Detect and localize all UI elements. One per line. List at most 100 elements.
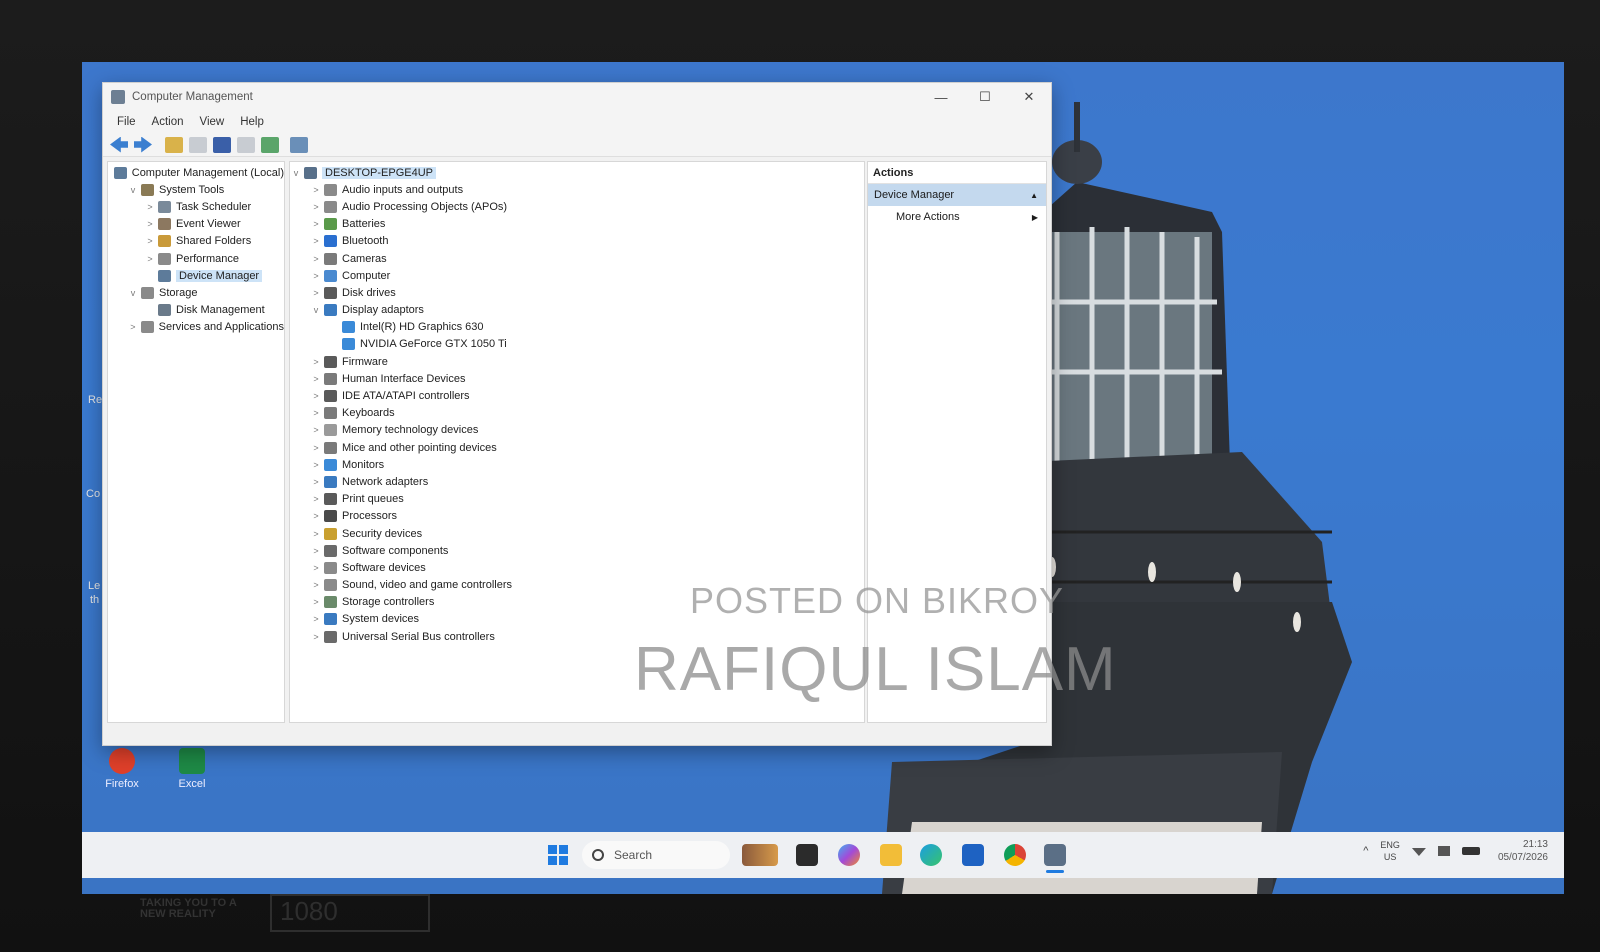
expand-arrow-icon[interactable]: >: [310, 374, 322, 384]
up-folder-icon[interactable]: [165, 136, 183, 153]
device-category[interactable]: > Bluetooth: [290, 233, 864, 250]
device-category[interactable]: > Mice and other pointing devices: [290, 439, 864, 456]
device-category[interactable]: > Memory technology devices: [290, 422, 864, 439]
device-category[interactable]: > Processors: [290, 508, 864, 525]
menu-file[interactable]: File: [109, 116, 144, 128]
device-category[interactable]: > Audio inputs and outputs: [290, 181, 864, 198]
copilot-icon[interactable]: [838, 844, 860, 866]
expand-arrow-icon[interactable]: >: [127, 322, 139, 332]
start-button[interactable]: [548, 845, 568, 865]
device-category[interactable]: > Human Interface Devices: [290, 370, 864, 387]
expand-arrow-icon[interactable]: >: [310, 477, 322, 487]
device-category[interactable]: > Disk drives: [290, 284, 864, 301]
desktop-icon-fragment[interactable]: Re: [88, 394, 102, 406]
expand-arrow-icon[interactable]: >: [310, 288, 322, 298]
chrome-icon[interactable]: [1004, 844, 1026, 866]
device-item[interactable]: Intel(R) HD Graphics 630: [290, 319, 864, 336]
expand-arrow-icon[interactable]: >: [310, 580, 322, 590]
device-category[interactable]: > Security devices: [290, 525, 864, 542]
device-category[interactable]: > Software devices: [290, 559, 864, 576]
store-icon[interactable]: [962, 844, 984, 866]
menu-help[interactable]: Help: [232, 116, 272, 128]
device-category[interactable]: > Batteries: [290, 216, 864, 233]
close-button[interactable]: ✕: [1007, 83, 1051, 111]
device-category[interactable]: > Cameras: [290, 250, 864, 267]
console-tree-item[interactable]: v Storage: [108, 284, 284, 301]
forward-arrow-icon[interactable]: [134, 136, 152, 153]
console-tree-item[interactable]: > Services and Applications: [108, 319, 284, 336]
desktop-icon-excel[interactable]: Excel: [162, 748, 222, 790]
refresh-icon[interactable]: [261, 136, 279, 153]
expand-arrow-icon[interactable]: >: [144, 219, 156, 229]
expand-arrow-icon[interactable]: >: [310, 236, 322, 246]
device-category[interactable]: > IDE ATA/ATAPI controllers: [290, 387, 864, 404]
expand-arrow-icon[interactable]: >: [310, 408, 322, 418]
language-indicator[interactable]: ENG US: [1380, 839, 1400, 863]
help-icon[interactable]: [213, 136, 231, 153]
expand-arrow-icon[interactable]: >: [310, 219, 322, 229]
expand-arrow-icon[interactable]: >: [310, 546, 322, 556]
device-category[interactable]: > Software components: [290, 542, 864, 559]
console-tree-item[interactable]: > Shared Folders: [108, 233, 284, 250]
device-category[interactable]: > Monitors: [290, 456, 864, 473]
maximize-button[interactable]: ☐: [963, 83, 1007, 111]
desktop-icon-firefox[interactable]: Firefox: [92, 748, 152, 790]
widgets-icon[interactable]: [742, 844, 778, 866]
expand-arrow-icon[interactable]: >: [144, 254, 156, 264]
console-tree-item[interactable]: Computer Management (Local): [108, 164, 284, 181]
expand-arrow-icon[interactable]: >: [144, 202, 156, 212]
expand-arrow-icon[interactable]: >: [310, 529, 322, 539]
expand-arrow-icon[interactable]: >: [310, 391, 322, 401]
computer-management-taskbar-icon[interactable]: [1044, 844, 1066, 866]
console-tree-item[interactable]: Disk Management: [108, 302, 284, 319]
console-tree-item[interactable]: v System Tools: [108, 181, 284, 198]
title-bar[interactable]: Computer Management — ☐ ✕: [103, 83, 1051, 111]
properties-icon[interactable]: [237, 136, 255, 153]
expand-arrow-icon[interactable]: >: [310, 185, 322, 195]
device-category[interactable]: > Network adapters: [290, 473, 864, 490]
actions-device-manager[interactable]: Device Manager ▲: [868, 184, 1046, 206]
menu-action[interactable]: Action: [144, 116, 192, 128]
collapse-arrow-icon[interactable]: v: [127, 185, 139, 195]
show-hide-console-tree-icon[interactable]: [189, 136, 207, 153]
device-category[interactable]: > Computer: [290, 267, 864, 284]
expand-arrow-icon[interactable]: >: [310, 511, 322, 521]
collapse-arrow-icon[interactable]: v: [290, 168, 302, 178]
show-hidden-icons-icon[interactable]: ^: [1363, 845, 1368, 857]
expand-arrow-icon[interactable]: >: [144, 236, 156, 246]
console-tree-item[interactable]: > Event Viewer: [108, 216, 284, 233]
expand-arrow-icon[interactable]: >: [310, 563, 322, 573]
menu-view[interactable]: View: [192, 116, 233, 128]
collapse-up-icon[interactable]: ▲: [1030, 191, 1038, 200]
scan-hardware-icon[interactable]: [290, 136, 308, 153]
expand-arrow-icon[interactable]: >: [310, 632, 322, 642]
taskbar-search[interactable]: Search: [582, 841, 730, 869]
expand-arrow-icon[interactable]: >: [310, 460, 322, 470]
desktop-icon-fragment[interactable]: Le: [88, 580, 100, 592]
file-explorer-icon[interactable]: [880, 844, 902, 866]
device-category[interactable]: > Keyboards: [290, 405, 864, 422]
expand-arrow-icon[interactable]: >: [310, 494, 322, 504]
desktop-icon-fragment[interactable]: Co: [86, 488, 100, 500]
expand-arrow-icon[interactable]: >: [310, 271, 322, 281]
expand-arrow-icon[interactable]: >: [310, 443, 322, 453]
more-actions[interactable]: More Actions ▶: [868, 206, 1046, 228]
expand-arrow-icon[interactable]: >: [310, 357, 322, 367]
expand-arrow-icon[interactable]: >: [310, 254, 322, 264]
device-category[interactable]: > Print queues: [290, 491, 864, 508]
expand-arrow-icon[interactable]: >: [310, 597, 322, 607]
clock[interactable]: 21:13 05/07/2026: [1498, 838, 1548, 864]
task-view-icon[interactable]: [796, 844, 818, 866]
device-category[interactable]: v Display adaptors: [290, 302, 864, 319]
collapse-arrow-icon[interactable]: v: [310, 305, 322, 315]
wifi-icon[interactable]: [1411, 848, 1426, 856]
device-category[interactable]: > Firmware: [290, 353, 864, 370]
edge-icon[interactable]: [920, 844, 942, 866]
volume-icon[interactable]: [1437, 846, 1450, 856]
console-tree-item[interactable]: > Task Scheduler: [108, 198, 284, 215]
minimize-button[interactable]: —: [919, 83, 963, 111]
desktop-icon-fragment[interactable]: th: [90, 594, 99, 606]
battery-icon[interactable]: [1461, 847, 1480, 855]
console-tree-item[interactable]: Device Manager: [108, 267, 284, 284]
collapse-arrow-icon[interactable]: v: [127, 288, 139, 298]
